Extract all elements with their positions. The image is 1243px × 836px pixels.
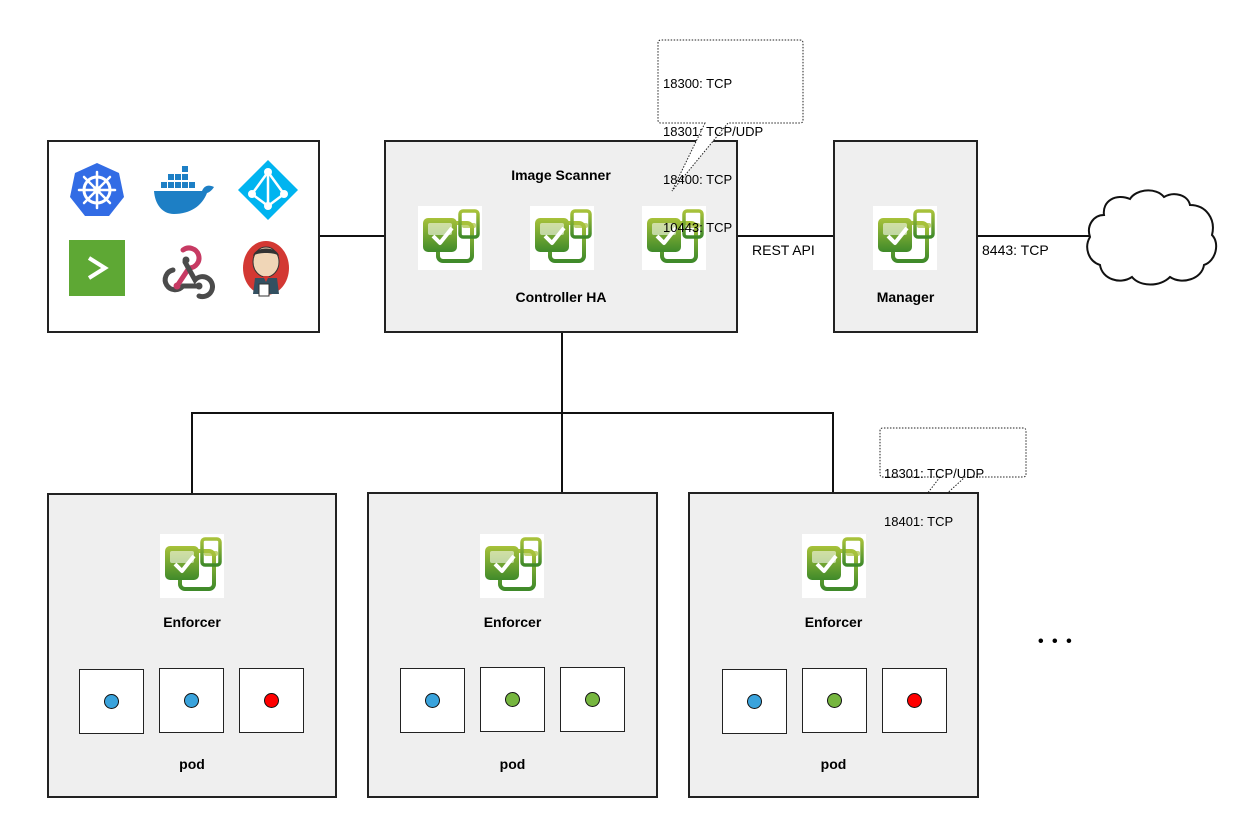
manager-box: Manager <box>833 140 978 333</box>
pod-status-dot <box>907 693 922 708</box>
controller-port-line: 18301: TCP/UDP <box>663 124 764 139</box>
internet-cloud-icon <box>1086 185 1220 287</box>
pod <box>400 668 465 733</box>
enforcer-port-line: 18401: TCP <box>884 514 954 529</box>
pod <box>722 669 787 734</box>
terminal-icon <box>69 240 125 296</box>
connector-enforcer-1 <box>191 412 193 493</box>
enforcer-icon <box>160 534 224 598</box>
pod-status-dot <box>184 693 199 708</box>
pod <box>802 668 867 733</box>
manager-port-label: 8443: TCP <box>982 242 1049 258</box>
enforcer-label: Enforcer <box>804 614 863 630</box>
enforcer-node-2: Enforcer pod <box>367 492 658 798</box>
pod-label: pod <box>820 756 847 772</box>
controller-ports-text: 18300: TCP 18301: TCP/UDP 18400: TCP 104… <box>663 44 763 252</box>
docker-icon <box>152 160 216 220</box>
enforcer-icon <box>802 534 866 598</box>
pod-status-dot <box>104 694 119 709</box>
pod-status-dot <box>264 693 279 708</box>
enforcer-port-line: 18301: TCP/UDP <box>884 466 985 481</box>
pod-status-dot <box>425 693 440 708</box>
pod <box>239 668 304 733</box>
kubernetes-icon <box>67 160 127 220</box>
azure-ad-icon <box>236 158 300 222</box>
enforcer-ports-text: 18301: TCP/UDP 18401: TCP <box>884 434 984 546</box>
controller-port-line: 18400: TCP <box>663 172 733 187</box>
controller-instance-1-icon <box>418 206 482 270</box>
pod-label: pod <box>499 756 526 772</box>
connector-integrations-controller <box>319 235 384 237</box>
pod-label: pod <box>179 756 205 772</box>
pod-status-dot <box>505 692 520 707</box>
controller-ha-label: Controller HA <box>515 289 607 305</box>
enforcer-label: Enforcer <box>163 614 221 630</box>
connector-bus-horizontal <box>191 412 833 414</box>
connector-manager-cloud <box>977 235 1089 237</box>
controller-instance-2-icon <box>530 206 594 270</box>
pod-status-dot <box>827 693 842 708</box>
connector-enforcer-3 <box>832 412 834 493</box>
manager-icon <box>873 206 937 270</box>
pod-status-dot <box>747 694 762 709</box>
pod <box>480 667 545 732</box>
controller-port-line: 10443: TCP <box>663 220 733 235</box>
jenkins-icon <box>241 238 291 300</box>
enforcer-icon <box>480 534 544 598</box>
pod <box>882 668 947 733</box>
manager-label: Manager <box>876 289 935 305</box>
pod <box>79 669 144 734</box>
enforcer-label: Enforcer <box>483 614 542 630</box>
integrations-box <box>47 140 320 333</box>
webhook-icon <box>155 240 215 300</box>
enforcer-node-1: Enforcer pod <box>47 493 337 798</box>
controller-port-line: 18300: TCP <box>663 76 733 91</box>
pod <box>159 668 224 733</box>
pod-status-dot <box>585 692 600 707</box>
pod <box>560 667 625 732</box>
more-nodes-ellipsis: • • • <box>1038 633 1074 650</box>
